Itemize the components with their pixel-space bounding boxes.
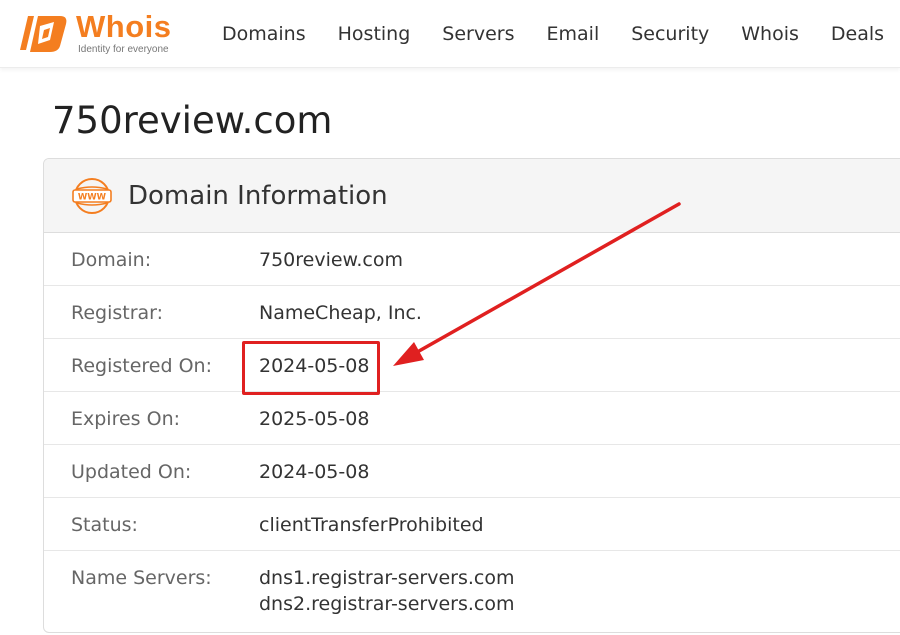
info-row-status: Status: clientTransferProhibited xyxy=(44,498,900,551)
info-row-updated-on: Updated On: 2024-05-08 xyxy=(44,445,900,498)
main-nav: Domains Hosting Servers Email Security W… xyxy=(206,0,900,68)
row-label: Status: xyxy=(71,514,138,536)
nav-whois[interactable]: Whois xyxy=(725,23,815,45)
www-icon-text: WWW xyxy=(78,192,107,202)
nav-servers[interactable]: Servers xyxy=(426,23,530,45)
row-value: 750review.com xyxy=(259,249,403,271)
nav-deals[interactable]: Deals xyxy=(815,23,900,45)
row-label: Registrar: xyxy=(71,302,164,324)
row-label: Expires On: xyxy=(71,408,181,430)
info-row-domain: Domain: 750review.com xyxy=(44,233,900,286)
nav-domains[interactable]: Domains xyxy=(206,23,322,45)
card-header: WWW Domain Information xyxy=(44,159,900,233)
domain-info-card: WWW Domain Information Domain: 750review… xyxy=(43,158,900,633)
whois-logo[interactable]: Whois Identity for everyone xyxy=(20,6,195,60)
row-value: 2025-05-08 xyxy=(259,408,370,430)
whois-logo-icon xyxy=(20,16,67,52)
info-row-registrar: Registrar: NameCheap, Inc. xyxy=(44,286,900,339)
info-row-name-servers: Name Servers: dns1.registrar-servers.com… xyxy=(44,551,900,632)
name-server-2: dns2.registrar-servers.com xyxy=(259,593,515,615)
www-globe-icon: WWW xyxy=(72,177,112,214)
nav-email[interactable]: Email xyxy=(531,23,616,45)
nav-security[interactable]: Security xyxy=(615,23,725,45)
highlight-box xyxy=(242,341,380,395)
row-value: 2024-05-08 xyxy=(259,461,370,483)
row-value: dns1.registrar-servers.com dns2.registra… xyxy=(259,565,514,617)
row-label: Name Servers: xyxy=(71,567,212,589)
card-title: Domain Information xyxy=(128,180,388,211)
row-value: NameCheap, Inc. xyxy=(259,302,422,324)
page-title: 750review.com xyxy=(52,99,333,142)
row-label: Registered On: xyxy=(71,355,212,377)
nav-hosting[interactable]: Hosting xyxy=(322,23,427,45)
info-row-expires-on: Expires On: 2025-05-08 xyxy=(44,392,900,445)
row-value: clientTransferProhibited xyxy=(259,514,484,536)
row-label: Updated On: xyxy=(71,461,192,483)
logo-tagline: Identity for everyone xyxy=(78,44,169,55)
site-header: Whois Identity for everyone Domains Host… xyxy=(0,0,900,68)
row-label: Domain: xyxy=(71,249,152,271)
name-server-1: dns1.registrar-servers.com xyxy=(259,567,515,589)
logo-wordmark: Whois xyxy=(76,9,172,44)
info-row-registered-on: Registered On: 2024-05-08 xyxy=(44,339,900,392)
